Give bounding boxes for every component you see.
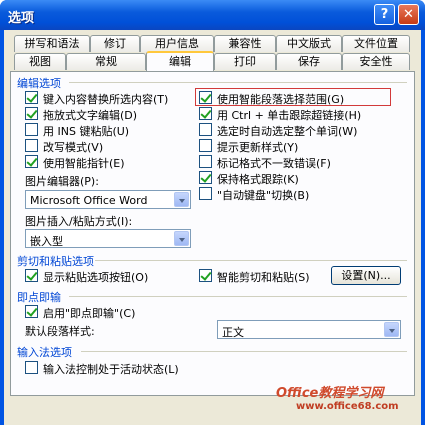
settings-button[interactable]: 设置(N)...: [331, 266, 401, 285]
show-paste-buttons-label: 显示粘贴选项按钮(O): [43, 271, 149, 284]
section-divider: [69, 82, 407, 83]
section-divider: [95, 260, 407, 261]
picture-editor-value: Microsoft Office Word: [30, 194, 148, 207]
ime-heading: 输入法选项: [17, 346, 72, 359]
window-title: 选项: [8, 11, 35, 26]
title-bar: 选项 ? ✕: [0, 0, 425, 30]
ins-paste-checkbox[interactable]: [25, 123, 38, 136]
insert-paste-label: 图片插入/粘贴方式(I):: [25, 215, 133, 228]
prompt-update-style-label: 提示更新样式(Y): [217, 141, 299, 154]
ime-control-label: 输入法控制处于活动状态(L): [43, 363, 179, 376]
keep-format-track-checkbox[interactable]: [199, 171, 212, 184]
tab-file-locations[interactable]: 文件位置: [342, 35, 410, 52]
tab-view[interactable]: 视图: [14, 53, 66, 70]
tab-spelling-grammar[interactable]: 拼写和语法: [14, 35, 90, 52]
tab-edit[interactable]: 编辑: [146, 51, 214, 71]
section-divider: [81, 351, 407, 352]
replace-selection-label: 键入内容替换所选内容(T): [43, 93, 169, 106]
ime-control-checkbox[interactable]: [25, 361, 38, 374]
overtype-checkbox[interactable]: [25, 139, 38, 152]
enable-click-type-checkbox[interactable]: [25, 305, 38, 318]
ins-paste-label: 用 INS 键粘贴(U): [43, 125, 130, 138]
tab-chinese-layout[interactable]: 中文版式: [276, 35, 342, 52]
default-style-value: 正文: [222, 326, 244, 339]
default-style-select[interactable]: 正文: [217, 320, 401, 339]
show-paste-buttons-checkbox[interactable]: [25, 269, 38, 282]
cut-paste-heading: 剪切和粘贴选项: [17, 255, 94, 268]
prompt-update-style-checkbox[interactable]: [199, 139, 212, 152]
drag-drop-checkbox[interactable]: [25, 107, 38, 120]
overtype-label: 改写模式(V): [43, 141, 104, 154]
default-style-label: 默认段落样式:: [25, 325, 95, 338]
section-divider: [69, 296, 407, 297]
enable-click-type-label: 启用"即点即输"(C): [43, 307, 136, 320]
options-dialog: 选项 ? ✕ 拼写和语法 修订 用户信息 兼容性 中文版式 文件位置 视图 常规…: [0, 0, 425, 425]
keep-format-track-label: 保持格式跟踪(K): [217, 173, 299, 186]
replace-selection-checkbox[interactable]: [25, 91, 38, 104]
tab-general[interactable]: 常规: [66, 53, 146, 70]
smart-cursor-label: 使用智能指针(E): [43, 157, 125, 170]
chevron-down-icon[interactable]: [174, 192, 189, 207]
insert-paste-select[interactable]: 嵌入型: [25, 229, 191, 248]
tab-save[interactable]: 保存: [276, 53, 342, 70]
ctrl-click-label: 用 Ctrl + 单击跟踪超链接(H): [217, 109, 362, 122]
click-type-heading: 即点即输: [17, 291, 61, 304]
dialog-client: 拼写和语法 修订 用户信息 兼容性 中文版式 文件位置 视图 常规 编辑 打印 …: [4, 30, 421, 425]
edit-options-heading: 编辑选项: [17, 77, 61, 90]
tab-compatibility[interactable]: 兼容性: [214, 35, 276, 52]
smart-cursor-checkbox[interactable]: [25, 155, 38, 168]
smart-cut-paste-checkbox[interactable]: [199, 269, 212, 282]
close-button[interactable]: ✕: [398, 4, 419, 25]
picture-editor-select[interactable]: Microsoft Office Word: [25, 190, 191, 209]
mark-format-label: 标记格式不一致错误(F): [217, 157, 331, 170]
tab-security[interactable]: 安全性: [342, 53, 410, 70]
tab-print[interactable]: 打印: [214, 53, 276, 70]
smart-paragraph-checkbox[interactable]: [199, 91, 212, 104]
smart-cut-paste-label: 智能剪切和粘贴(S): [217, 271, 310, 284]
drag-drop-label: 拖放式文字编辑(D): [43, 109, 138, 122]
tab-user-info[interactable]: 用户信息: [140, 35, 214, 52]
watermark-logo: Office教程学习网: [276, 386, 384, 401]
select-whole-word-checkbox[interactable]: [199, 123, 212, 136]
smart-paragraph-label: 使用智能段落选择范围(G): [217, 93, 345, 106]
auto-keyboard-label: "自动键盘"切换(B): [217, 189, 310, 202]
chevron-down-icon[interactable]: [174, 231, 189, 246]
watermark-url: www.office68.com: [296, 401, 399, 412]
auto-keyboard-checkbox[interactable]: [199, 187, 212, 200]
insert-paste-value: 嵌入型: [30, 235, 63, 248]
help-button[interactable]: ?: [374, 4, 395, 25]
ctrl-click-checkbox[interactable]: [199, 107, 212, 120]
tab-revision[interactable]: 修订: [90, 35, 140, 52]
chevron-down-icon[interactable]: [384, 322, 399, 337]
mark-format-checkbox[interactable]: [199, 155, 212, 168]
picture-editor-label: 图片编辑器(P):: [25, 175, 99, 188]
select-whole-word-label: 选定时自动选定整个单词(W): [217, 125, 358, 138]
edit-tab-panel: 编辑选项 键入内容替换所选内容(T) 拖放式文字编辑(D) 用 INS 键粘贴(…: [10, 71, 415, 396]
